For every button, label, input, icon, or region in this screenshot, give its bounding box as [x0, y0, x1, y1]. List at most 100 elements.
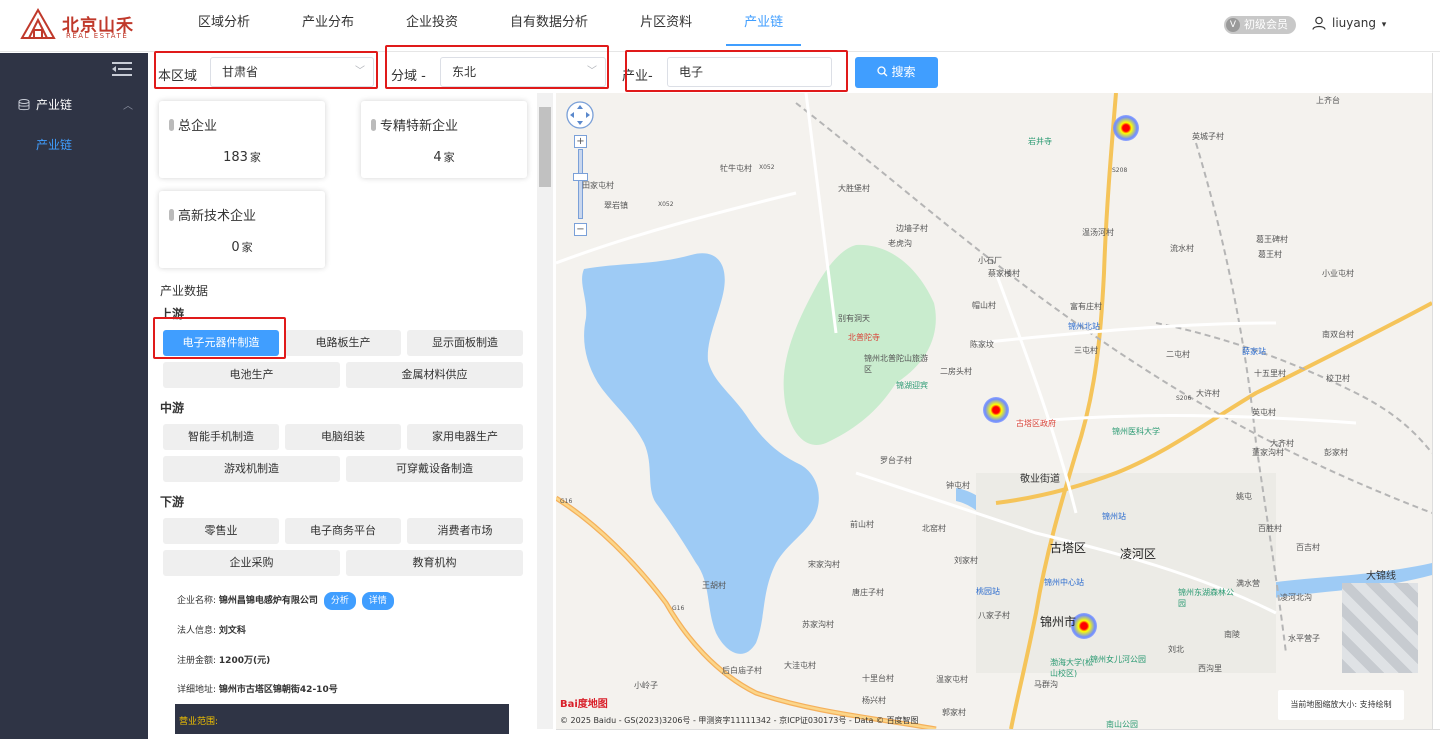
map-label: 后白庙子村: [722, 666, 762, 675]
member-v-icon: V: [1226, 18, 1240, 32]
sidebar-group-label: 产业链: [36, 98, 73, 112]
nav-own-data-analysis[interactable]: 自有数据分析: [492, 0, 606, 46]
chip-upstream[interactable]: 显示面板制造: [407, 330, 523, 356]
chip-upstream[interactable]: 金属材料供应: [346, 362, 523, 388]
user-menu[interactable]: liuyang ▾: [1312, 16, 1386, 30]
analyze-button[interactable]: 分析: [323, 592, 356, 610]
highlight-region-box: [154, 51, 378, 89]
nav-enterprise-investment[interactable]: 企业投资: [388, 0, 476, 46]
map-label: 翠岩镇: [604, 201, 628, 210]
road-label: S208: [1112, 167, 1128, 174]
chip-midstream[interactable]: 可穿戴设备制造: [346, 456, 523, 482]
stat-value: 0家: [159, 239, 325, 255]
map-label: 南双台村: [1322, 330, 1354, 339]
map-label: 边墙子村: [896, 224, 928, 233]
map-label: 唐庄子村: [852, 588, 884, 597]
bullet-icon: [169, 119, 174, 131]
top-navbar: 北京山禾 REAL ESTATE 区域分析 产业分布 企业投资 自有数据分析 片…: [0, 0, 1440, 52]
chip-midstream[interactable]: 家用电器生产: [407, 424, 523, 450]
map-poi: 古塔区政府: [1016, 419, 1056, 428]
stat-number: 0: [231, 240, 240, 255]
business-scope-label: 营业范围:: [179, 717, 219, 727]
legal-label: 法人信息:: [177, 626, 217, 636]
map-label: 十五里村: [1254, 369, 1286, 378]
chip-midstream[interactable]: 游戏机制造: [163, 456, 340, 482]
stat-title-text: 高新技术企业: [178, 209, 257, 224]
map-label: 郭家村: [942, 708, 966, 717]
stat-unit: 家: [241, 241, 253, 254]
heat-point[interactable]: [983, 397, 1009, 423]
menu-collapse-icon[interactable]: [112, 61, 132, 77]
stat-title: 总企业: [169, 115, 217, 134]
chip-midstream[interactable]: 智能手机制造: [163, 424, 279, 450]
map-label: 大许村: [1196, 389, 1220, 398]
panel-scrollbar-thumb[interactable]: [539, 107, 551, 187]
park-area: [783, 244, 936, 445]
map-label: 钟屯村: [946, 481, 970, 490]
map-label: 小石厂: [978, 256, 1002, 265]
road-label: S206: [1176, 395, 1192, 402]
map-label: 温汤河村: [1082, 228, 1114, 237]
nav-industry-chain[interactable]: 产业链: [726, 0, 802, 46]
database-icon: [18, 99, 30, 111]
chip-midstream[interactable]: 电脑组装: [285, 424, 401, 450]
stat-card-total[interactable]: 总企业 183 家: [159, 101, 325, 178]
user-icon: [1312, 16, 1326, 30]
map-view[interactable]: + − 上齐台 岩井寺 英城子村 牤牛屯村 X052 田家屯村 翠岩镇 X052…: [556, 93, 1432, 729]
highlight-domain-box: [385, 45, 609, 89]
map-label: 宋家沟村: [808, 560, 840, 569]
map-label: 大锦线: [1366, 571, 1396, 582]
chip-upstream[interactable]: 电池生产: [163, 362, 340, 388]
map-label: 牤牛屯村: [720, 164, 752, 173]
chip-downstream[interactable]: 零售业: [163, 518, 279, 544]
map-label: 杨兴村: [862, 696, 886, 705]
map-label: 北窑村: [922, 524, 946, 533]
page-scrollbar[interactable]: [1432, 53, 1440, 739]
member-badge[interactable]: V 初级会员: [1224, 16, 1296, 34]
map-label: 陈家坟: [970, 340, 994, 349]
stat-number: 183: [223, 150, 248, 165]
chip-downstream[interactable]: 消费者市场: [407, 518, 523, 544]
company-name-row: 企业名称: 锦州昌锦电感炉有限公司 分析 详情: [177, 592, 394, 610]
panel-scrollbar[interactable]: [537, 93, 553, 729]
search-button[interactable]: 搜索: [855, 57, 938, 88]
legal-row: 法人信息: 刘文科: [177, 622, 246, 640]
zoom-out-button[interactable]: −: [574, 223, 587, 236]
sidebar-group-industry-chain[interactable]: 产业链: [18, 96, 72, 113]
stat-card-specialized[interactable]: 专精特新企业 4家: [361, 101, 527, 178]
company-name-value: 锦州昌锦电感炉有限公司: [218, 596, 318, 606]
chevron-up-icon[interactable]: ︿: [123, 97, 133, 112]
highlight-chip-box: [153, 317, 286, 359]
bullet-icon: [169, 209, 174, 221]
nav-region-analysis[interactable]: 区域分析: [180, 0, 268, 46]
detail-button[interactable]: 详情: [361, 592, 394, 610]
stat-card-hightech[interactable]: 高新技术企业 0家: [159, 191, 325, 268]
map-label: 八家子村: [978, 611, 1010, 620]
stat-title: 高新技术企业: [169, 205, 256, 224]
road-label: G16: [560, 498, 573, 505]
brand-logo[interactable]: 北京山禾 REAL ESTATE: [20, 8, 133, 44]
zoom-in-icon: +: [576, 136, 585, 147]
nav-industry-distribution[interactable]: 产业分布: [284, 0, 372, 46]
section-title-industry-data: 产业数据: [160, 284, 209, 298]
road-label: X052: [658, 201, 674, 208]
chip-downstream[interactable]: 教育机构: [346, 550, 523, 576]
zoom-in-button[interactable]: +: [574, 135, 587, 148]
sidebar-item-industry-chain[interactable]: 产业链: [36, 136, 72, 153]
chip-downstream[interactable]: 电子商务平台: [285, 518, 401, 544]
address-value: 锦州市古塔区锦朝街42-10号: [218, 685, 338, 695]
heat-point[interactable]: [1113, 115, 1139, 141]
chip-upstream[interactable]: 电路板生产: [285, 330, 401, 356]
map-station: 桃园站: [976, 587, 1000, 596]
pan-control-icon[interactable]: [565, 100, 595, 130]
chip-downstream[interactable]: 企业采购: [163, 550, 340, 576]
map-poi: 北普陀寺: [848, 333, 880, 342]
member-badge-label: 初级会员: [1244, 18, 1288, 31]
map-label: 二屯村: [1166, 350, 1190, 359]
nav-district-info[interactable]: 片区资料: [622, 0, 710, 46]
search-button-label: 搜索: [891, 65, 916, 79]
stat-unit: 家: [443, 151, 455, 164]
map-label: 彭家村: [1324, 448, 1348, 457]
legal-value: 刘文科: [218, 626, 246, 636]
map-label: 蔡家楼村: [988, 269, 1020, 278]
